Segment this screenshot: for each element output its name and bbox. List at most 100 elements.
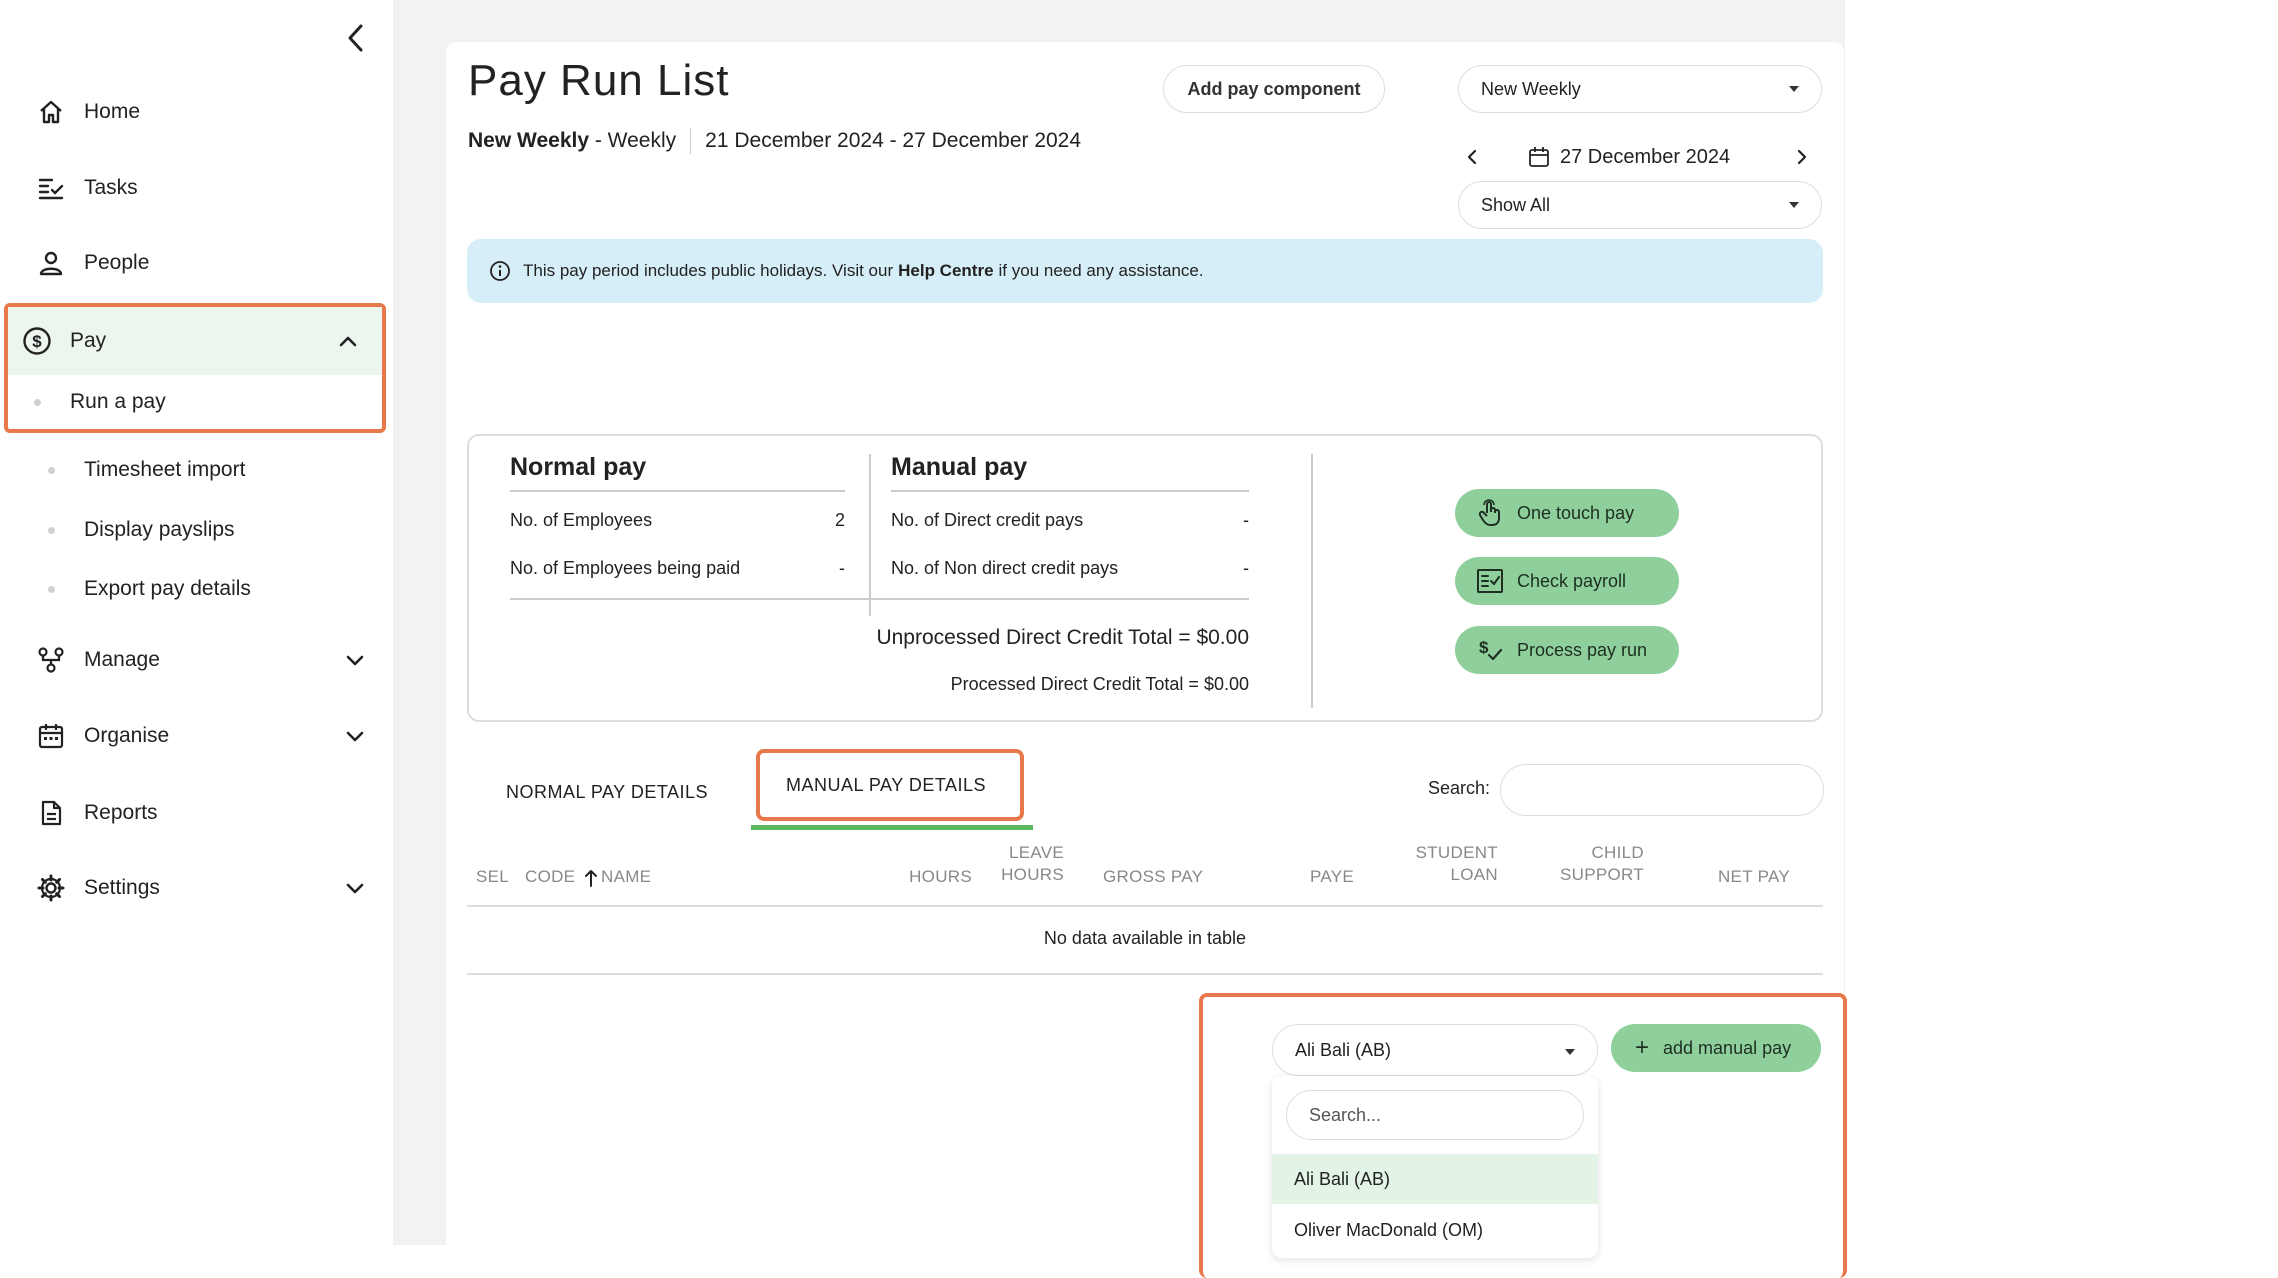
add-manual-pay-button[interactable]: + add manual pay [1611,1024,1821,1072]
sidebar: Home Tasks People $ Pay Run a pay Timesh… [0,0,393,1245]
table-search-input[interactable] [1500,764,1824,816]
column-header-leave-hours[interactable]: LEAVE HOURS [980,842,1064,886]
alert-text-end: if you need any assistance. [998,261,1204,280]
bullet-dot [48,466,55,474]
employee-search-input[interactable]: Search... [1286,1090,1584,1140]
sidebar-item-label: Reports [84,801,158,824]
header-line: HOURS [1001,865,1064,884]
calendar-icon [1529,147,1549,167]
sidebar-item-label: Home [84,100,141,123]
column-header-hours[interactable]: HOURS [880,866,972,888]
check-payroll-button[interactable]: Check payroll [1455,557,1679,605]
employee-select-value: Ali Bali (AB) [1295,1039,1392,1060]
divider [869,454,871,616]
touch-icon [1475,498,1505,528]
chevron-right-icon [1797,149,1807,165]
tab-manual-pay-details[interactable]: MANUAL PAY DETAILS [786,775,986,796]
sidebar-item-tasks[interactable]: Tasks [0,158,393,218]
sidebar-item-pay[interactable]: $ Pay [8,307,382,375]
previous-date-button[interactable] [1460,145,1484,169]
employee-option[interactable]: Oliver MacDonald (OM) [1272,1205,1598,1255]
tasks-icon [34,171,68,205]
sidebar-subitem-label: Export pay details [84,577,251,600]
dollar-check-icon: $ [1475,635,1505,665]
person-icon [34,246,68,280]
column-header-net-pay[interactable]: NET PAY [1680,866,1790,888]
caret-down-icon [1565,1049,1575,1055]
sidebar-item-organise[interactable]: Organise [0,706,393,766]
column-header-gross-pay[interactable]: GROSS PAY [1103,866,1203,888]
header-line: LOAN [1450,865,1498,884]
employee-option[interactable]: Ali Bali (AB) [1272,1154,1598,1204]
sidebar-subitem-display-payslips[interactable]: Display payslips [0,507,393,553]
sidebar-subitem-timesheet-import[interactable]: Timesheet import [0,447,393,493]
non-direct-credit-label: No. of Non direct credit pays [891,558,1119,578]
divider [1311,454,1313,708]
sidebar-subitem-label: Display payslips [84,518,235,541]
org-chart-icon [34,643,68,677]
sidebar-subitem-run-a-pay[interactable]: Run a pay [8,375,382,429]
sidebar-item-label: People [84,251,150,274]
chevron-down-icon [343,724,367,748]
info-icon [489,260,511,282]
add-pay-component-button[interactable]: Add pay component [1163,65,1385,113]
sidebar-item-settings[interactable]: Settings [0,858,393,918]
sidebar-item-manage[interactable]: Manage [0,630,393,690]
column-header-name[interactable]: NAME [601,866,651,888]
home-icon [34,95,68,129]
header-line: SUPPORT [1560,865,1644,884]
public-holiday-alert: This pay period includes public holidays… [467,239,1823,303]
search-label: Search: [1428,778,1491,798]
calendar-icon [34,719,68,753]
pay-period-range: 21 December 2024 - 27 December 2024 [705,129,1082,152]
employee-dropdown: Search... Ali Bali (AB) Oliver MacDonald… [1272,1076,1598,1258]
schedule-frequency: - Weekly [594,129,677,152]
column-header-child-support[interactable]: CHILD SUPPORT [1530,842,1644,886]
column-header-student-loan[interactable]: STUDENT LOAN [1380,842,1498,886]
chevron-up-icon [336,329,360,353]
pay-period-subtitle: New Weekly - Weekly 21 December 2024 - 2… [468,128,1081,154]
column-header-paye[interactable]: PAYE [1270,866,1354,888]
chevron-down-icon [343,876,367,900]
unprocessed-total: Unprocessed Direct Credit Total = $0.00 [876,626,1249,649]
bullet-dot [48,526,55,534]
caret-down-icon [1789,202,1799,208]
one-touch-pay-button[interactable]: One touch pay [1455,489,1679,537]
employee-select[interactable]: Ali Bali (AB) [1272,1024,1598,1076]
check-payroll-label: Check payroll [1517,570,1627,591]
schedule-name: New Weekly [468,129,590,152]
date-picker[interactable]: 27 December 2024 [1528,146,1730,169]
collapse-sidebar-button[interactable] [338,20,374,56]
dollar-circle-icon: $ [20,324,54,358]
checklist-icon [1475,566,1505,596]
plus-icon: + [1635,1034,1650,1061]
date-navigator: 27 December 2024 [1458,140,1822,174]
manual-pay-title: Manual pay [891,453,1028,481]
column-header-sel[interactable]: SEL [476,866,509,888]
column-header-code[interactable]: CODE [525,866,575,888]
process-pay-run-button[interactable]: $ Process pay run [1455,626,1679,674]
employees-paid-value: - [839,558,845,578]
divider [891,490,1249,492]
table-empty-message: No data available in table [1043,928,1247,948]
svg-text:$: $ [32,332,42,351]
help-centre-link[interactable]: Help Centre [898,261,993,281]
next-date-button[interactable] [1790,145,1814,169]
employees-label: No. of Employees [510,510,653,530]
filter-select[interactable]: Show All [1458,181,1822,229]
bullet-dot [34,398,41,406]
sidebar-subitem-export-pay-details[interactable]: Export pay details [0,566,393,612]
document-icon [34,796,68,830]
bullet-dot [48,585,55,593]
active-tab-indicator [751,825,1033,830]
sidebar-item-people[interactable]: People [0,233,393,293]
tab-normal-pay-details[interactable]: NORMAL PAY DETAILS [506,782,708,803]
sidebar-item-home[interactable]: Home [0,82,393,142]
add-manual-pay-label: add manual pay [1663,1037,1792,1058]
sidebar-item-reports[interactable]: Reports [0,783,393,843]
pay-schedule-value: New Weekly [1481,78,1581,99]
page-title: Pay Run List [468,56,730,105]
divider [510,598,1249,600]
pay-schedule-select[interactable]: New Weekly [1458,65,1822,113]
non-direct-credit-value: - [1243,558,1249,578]
